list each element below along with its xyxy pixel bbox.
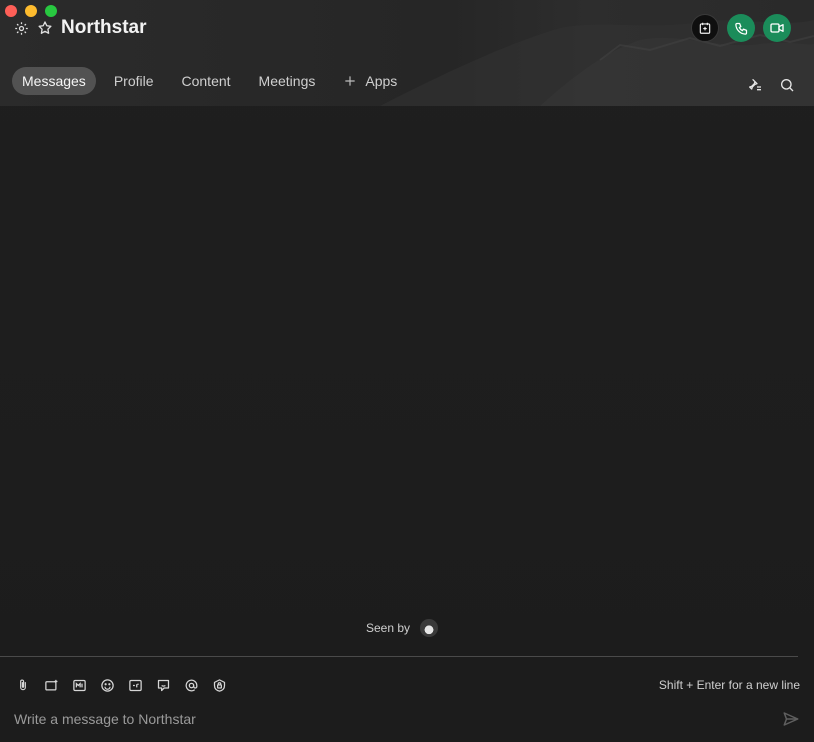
emoji-icon[interactable]: [98, 676, 116, 694]
attachment-icon[interactable]: [14, 676, 32, 694]
close-window-button[interactable]: [5, 5, 17, 17]
markdown-icon[interactable]: [70, 676, 88, 694]
tab-meetings[interactable]: Meetings: [249, 67, 326, 95]
tab-content[interactable]: Content: [172, 67, 241, 95]
call-actions: [691, 14, 791, 42]
app-window: Northstar Messages Profile Content Meeti…: [0, 0, 814, 742]
title-row: Northstar: [12, 17, 147, 39]
header-tools: [746, 76, 796, 94]
message-input[interactable]: [14, 711, 780, 727]
phone-icon: [734, 22, 747, 35]
window-controls: [5, 5, 57, 17]
video-icon: [770, 23, 784, 33]
send-icon: [783, 712, 799, 726]
tab-messages[interactable]: Messages: [12, 67, 96, 95]
tab-label: Content: [181, 73, 231, 89]
secure-message-icon[interactable]: [210, 676, 228, 694]
star-icon[interactable]: [36, 19, 54, 37]
tab-apps[interactable]: Apps: [333, 67, 407, 95]
video-call-button[interactable]: [763, 14, 791, 42]
tab-label: Profile: [113, 73, 154, 89]
calendar-icon: [699, 22, 711, 34]
space-title: Northstar: [61, 17, 147, 38]
gif-icon[interactable]: [126, 676, 144, 694]
audio-call-button[interactable]: [727, 14, 755, 42]
composer-toolbar: [14, 676, 228, 694]
maximize-window-button[interactable]: [45, 5, 57, 17]
screenshot-icon[interactable]: [42, 676, 60, 694]
schedule-meeting-button[interactable]: [691, 14, 719, 42]
composer-input-row: [14, 706, 802, 732]
seen-by-label: Seen by: [366, 621, 411, 635]
space-header: Northstar Messages Profile Content Meeti…: [0, 0, 814, 106]
tab-bar: Messages Profile Content Meetings Apps: [12, 67, 407, 95]
composer-divider: [0, 656, 798, 657]
mention-icon[interactable]: [182, 676, 200, 694]
gear-icon[interactable]: [12, 19, 30, 37]
tab-profile[interactable]: Profile: [104, 67, 164, 95]
search-icon[interactable]: [778, 76, 796, 94]
send-button[interactable]: [780, 708, 802, 730]
composer-hint: Shift + Enter for a new line: [658, 678, 800, 692]
pin-list-icon[interactable]: [746, 76, 764, 94]
plus-icon: [345, 76, 356, 86]
tab-label: Meetings: [258, 73, 316, 89]
sticker-icon[interactable]: [154, 676, 172, 694]
tab-label: Messages: [22, 73, 86, 89]
avatar[interactable]: [420, 619, 439, 637]
message-scrollbar[interactable]: [810, 106, 814, 656]
minimize-window-button[interactable]: [25, 5, 37, 17]
read-receipt: Seen by: [366, 619, 439, 637]
tab-label: Apps: [365, 73, 398, 89]
